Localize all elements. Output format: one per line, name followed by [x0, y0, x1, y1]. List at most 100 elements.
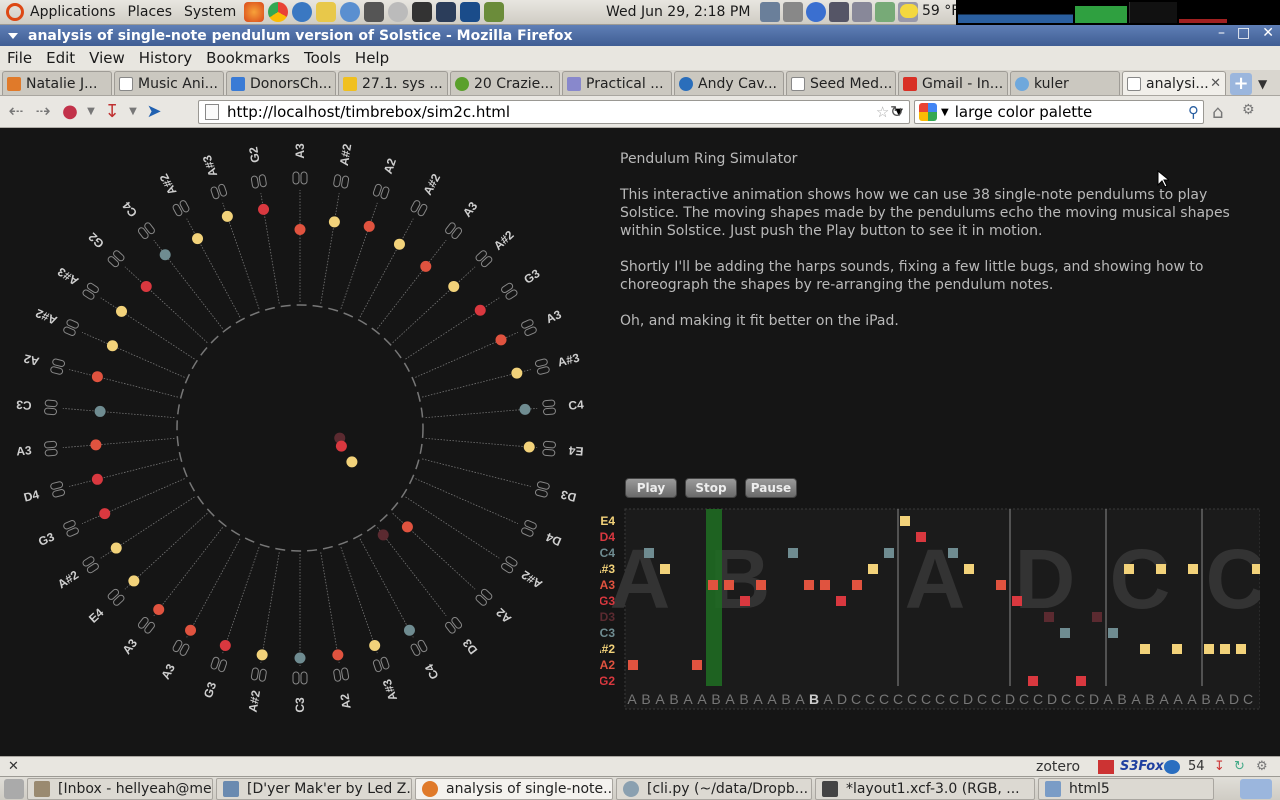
menu-file[interactable]: File [0, 49, 39, 67]
pendulum-bob[interactable] [219, 640, 231, 652]
game-launcher-icon[interactable] [484, 2, 505, 22]
mail-tray-icon[interactable] [875, 2, 895, 22]
pendulum-holder[interactable] [333, 174, 350, 189]
pendulum-bob[interactable] [106, 340, 118, 352]
playhead[interactable] [706, 509, 722, 686]
pendulum-bob[interactable] [153, 604, 165, 616]
engine-dropdown-icon[interactable]: ▼ [941, 107, 949, 118]
pendulum-bob[interactable] [523, 441, 535, 453]
pendulum-holder[interactable] [137, 616, 155, 634]
pendulum-bob[interactable] [474, 304, 486, 316]
pendulum-holder[interactable] [82, 282, 100, 300]
pendulum-holder[interactable] [521, 319, 538, 337]
pendulum-bob[interactable] [511, 367, 523, 379]
pendulum-holder[interactable] [372, 656, 390, 673]
tab-kuler[interactable]: kuler [1010, 71, 1120, 95]
zotero-label[interactable]: zotero [1036, 759, 1080, 775]
pendulum-bob[interactable] [185, 624, 197, 636]
search-bar[interactable]: ▼ large color palette ⚲ [914, 100, 1204, 124]
pendulum-holder[interactable] [210, 183, 228, 200]
menu-edit[interactable]: Edit [39, 49, 82, 67]
pendulum-bob[interactable] [159, 249, 171, 261]
s3fox-label[interactable]: S3Fox [1120, 759, 1164, 774]
minimize-icon[interactable]: – [1218, 25, 1225, 41]
bluetooth-icon[interactable] [806, 2, 826, 22]
pendulum-holder[interactable] [137, 222, 155, 240]
menu-help[interactable]: Help [348, 49, 396, 67]
pendulum-holder[interactable] [292, 171, 308, 185]
download-status-icon[interactable]: ↧ [1214, 759, 1225, 774]
close-statusbar-icon[interactable]: ✕ [8, 759, 19, 774]
pendulum-bob[interactable] [110, 542, 122, 554]
download-dropdown-icon[interactable]: ▼ [128, 101, 138, 123]
pendulum-bob[interactable] [377, 529, 389, 541]
pendulum-bob[interactable] [294, 224, 306, 235]
reload-icon[interactable]: ↻ [890, 102, 903, 121]
pendulum-holder[interactable] [50, 481, 66, 498]
a-launcher-icon[interactable] [460, 2, 481, 22]
pendulum-bob[interactable] [91, 371, 103, 383]
pendulum-bob[interactable] [116, 305, 128, 317]
search-icon[interactable]: ⚲ [1188, 103, 1199, 121]
pendulum-holder[interactable] [333, 667, 350, 682]
go-icon[interactable]: ➤ [143, 101, 165, 123]
menu-history[interactable]: History [132, 49, 199, 67]
pendulum-holder[interactable] [44, 440, 58, 457]
pendulum-holder[interactable] [107, 588, 125, 606]
places-menu[interactable]: Places [122, 0, 179, 25]
pause-button[interactable]: Pause [745, 478, 797, 498]
pendulum-bob[interactable] [192, 233, 204, 245]
display-icon[interactable] [783, 2, 803, 22]
google-engine-icon[interactable] [919, 103, 937, 121]
bookmark-star-icon[interactable]: ☆ [876, 103, 889, 121]
system-menu[interactable]: System [178, 0, 242, 25]
forward-arrow-icon[interactable]: ⇢ [32, 101, 54, 123]
pendulum-holder[interactable] [410, 200, 428, 217]
addon-status-icon[interactable] [1164, 759, 1180, 774]
addon-menu-icon[interactable]: ⚙ [1242, 102, 1255, 118]
pendulum-holder[interactable] [250, 174, 267, 189]
search-input[interactable]: large color palette [955, 103, 1093, 121]
tools-status-icon[interactable]: ⚙ [1256, 759, 1268, 774]
disk-launcher-icon[interactable] [388, 2, 409, 22]
pendulum-holder[interactable] [475, 588, 493, 606]
sync-icon[interactable]: ↻ [1234, 759, 1245, 774]
battery-icon[interactable] [852, 2, 872, 22]
pendulum-holder[interactable] [500, 282, 518, 300]
pendulum-holder[interactable] [63, 319, 80, 337]
tab-practical[interactable]: Practical ... [562, 71, 672, 95]
task-gimp[interactable]: *layout1.xcf-3.0 (RGB, ... [815, 777, 1035, 800]
pendulum-holder[interactable] [444, 616, 463, 634]
pendulum-holder[interactable] [521, 520, 538, 538]
addon-icon[interactable]: ● [59, 101, 81, 123]
pendulum-bob[interactable] [403, 624, 415, 636]
pendulum-bob[interactable] [495, 334, 507, 346]
stop-button[interactable]: Stop [685, 478, 737, 498]
network-launcher-icon[interactable] [340, 2, 361, 22]
menu-tools[interactable]: Tools [297, 49, 348, 67]
pendulum-holder[interactable] [534, 481, 550, 498]
window-titlebar[interactable]: analysis of single-note pendulum version… [0, 25, 1280, 46]
task-thunderbird[interactable]: [Inbox - hellyeah@me... [27, 777, 213, 800]
close-window-icon[interactable]: ✕ [1262, 25, 1274, 41]
workspace-switcher[interactable] [1240, 778, 1272, 799]
menu-bookmarks[interactable]: Bookmarks [199, 49, 297, 67]
pendulum-bob[interactable] [332, 649, 344, 661]
pendulum-bob[interactable] [294, 652, 306, 664]
download-icon[interactable]: ↧ [101, 101, 123, 123]
weather-applet[interactable]: 59 °F [900, 3, 959, 19]
pendulum-holder[interactable] [444, 222, 463, 240]
applications-menu[interactable]: Applications [0, 0, 122, 25]
window-menu-icon[interactable] [8, 32, 18, 39]
url-text[interactable]: http://localhost/timbrebox/sim2c.html [227, 103, 510, 121]
pendulum-bob[interactable] [448, 280, 460, 292]
pendulum-holder[interactable] [63, 520, 80, 538]
pendulum-bob[interactable] [401, 521, 413, 533]
pendulum-bob[interactable] [258, 203, 270, 215]
tab-andy-cav[interactable]: Andy Cav... [674, 71, 784, 95]
pendulum-bob[interactable] [393, 238, 405, 250]
pendulum-bob[interactable] [335, 440, 347, 452]
pendulum-holder[interactable] [410, 639, 428, 656]
pendulum-bob[interactable] [94, 405, 106, 417]
task-editor[interactable]: [cli.py (~/data/Dropb... [616, 777, 812, 800]
